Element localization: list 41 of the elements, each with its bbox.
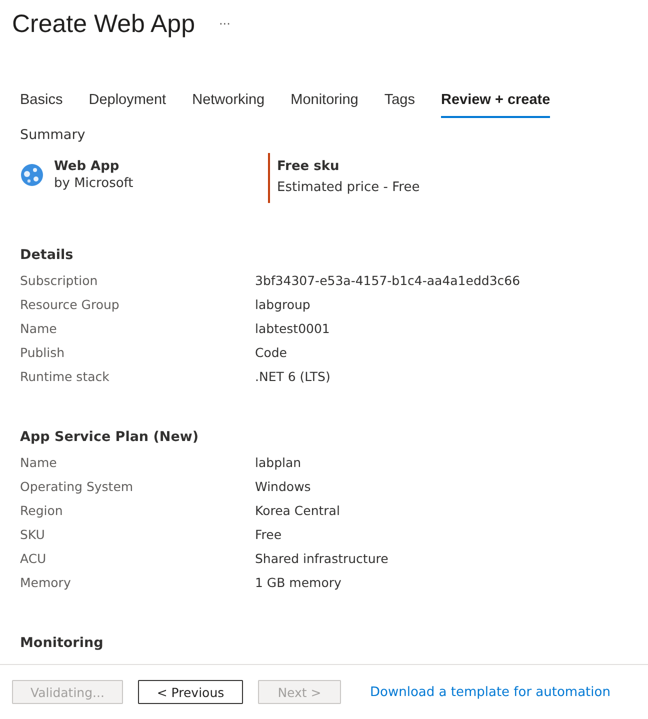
field-value: labgroup bbox=[255, 296, 310, 314]
tab[interactable]: Tags bbox=[384, 90, 415, 118]
field-value: Korea Central bbox=[255, 502, 340, 520]
tab[interactable]: Deployment bbox=[88, 90, 166, 118]
publisher-text: by Microsoft bbox=[54, 176, 134, 191]
section-heading: Details bbox=[20, 246, 74, 265]
field-value: labtest0001 bbox=[255, 320, 330, 338]
product-name: Web App bbox=[54, 159, 120, 174]
field-value: Free bbox=[255, 526, 282, 544]
page-title: Create Web App bbox=[12, 10, 195, 38]
field-value: 3bf34307-e53a-4157-b1c4-aa4a1edd3c66 bbox=[255, 272, 520, 290]
section-heading: App Service Plan (New) bbox=[20, 428, 200, 447]
field-label: Runtime stack bbox=[20, 368, 110, 386]
field-value: Shared infrastructure bbox=[255, 550, 388, 568]
field-value: Code bbox=[255, 344, 288, 362]
field-label: Subscription bbox=[20, 272, 99, 290]
field-label: SKU bbox=[20, 526, 46, 544]
field-value: Windows bbox=[255, 478, 311, 496]
tab[interactable]: Review + create bbox=[440, 90, 550, 118]
sku-name: Free sku bbox=[277, 159, 340, 174]
template-link[interactable]: Download a template for automation bbox=[370, 684, 610, 700]
field-label: Memory bbox=[20, 574, 72, 592]
field-label: Operating System bbox=[20, 478, 134, 496]
tab[interactable]: Monitoring bbox=[290, 90, 358, 118]
field-label: Region bbox=[20, 502, 64, 520]
field-label: Name bbox=[20, 320, 58, 338]
globe-icon bbox=[20, 163, 44, 187]
summary-heading: Summary bbox=[20, 127, 86, 145]
field-value: labplan bbox=[255, 454, 302, 472]
field-label: ACU bbox=[20, 550, 48, 568]
tab[interactable]: Basics bbox=[20, 90, 63, 118]
field-label: Resource Group bbox=[20, 296, 120, 314]
field-value: 1 GB memory bbox=[255, 574, 342, 592]
tab[interactable]: Networking bbox=[192, 90, 265, 118]
field-label: Name bbox=[20, 454, 58, 472]
more-button[interactable]: ··· bbox=[218, 17, 230, 31]
field-value: .NET 6 (LTS) bbox=[255, 368, 330, 386]
price-text: Estimated price - Free bbox=[277, 180, 420, 195]
field-label: Publish bbox=[20, 344, 66, 362]
footer-button[interactable]: < Previous bbox=[138, 680, 243, 704]
section-heading: Monitoring bbox=[20, 634, 104, 653]
